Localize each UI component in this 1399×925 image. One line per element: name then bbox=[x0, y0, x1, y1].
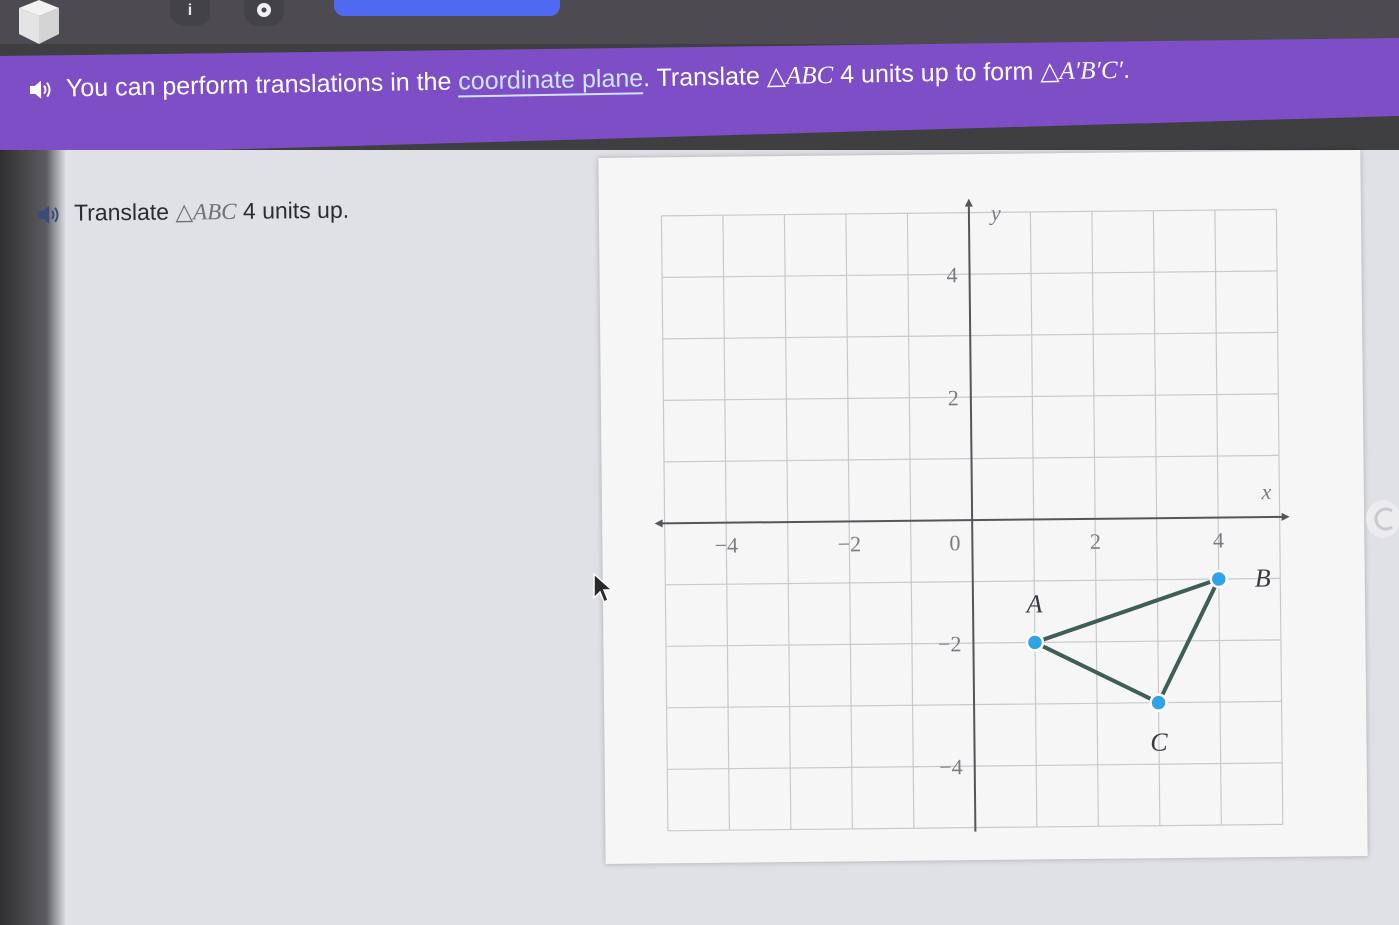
y-tick-label: −2 bbox=[938, 631, 962, 656]
reset-icon[interactable] bbox=[1366, 500, 1399, 538]
x-tick-label: −2 bbox=[838, 531, 862, 556]
problem-text-2: 4 units up. bbox=[236, 196, 350, 224]
left-shadow bbox=[0, 150, 66, 925]
point-label-A: A bbox=[1024, 589, 1042, 618]
point-A[interactable] bbox=[1025, 633, 1045, 652]
triangle-image-label: △A′B′C′ bbox=[1040, 56, 1124, 86]
progress-indicator bbox=[334, 0, 560, 16]
banner-text-2: . Translate bbox=[642, 62, 768, 93]
coordinate-plane-link[interactable]: coordinate plane bbox=[458, 64, 644, 98]
triangle-abc-label: △ABC bbox=[766, 61, 834, 91]
cube-icon[interactable] bbox=[14, 0, 64, 44]
banner-text-4: . bbox=[1122, 55, 1131, 84]
point-label-C: C bbox=[1150, 728, 1168, 757]
problem-triangle-label: △ABC bbox=[175, 198, 237, 225]
cursor-icon bbox=[593, 572, 614, 604]
x-axis-arrow-right bbox=[1281, 512, 1290, 521]
x-tick-label: −4 bbox=[715, 533, 739, 558]
x-tick-label: 4 bbox=[1213, 527, 1224, 552]
speaker-icon[interactable] bbox=[36, 204, 62, 226]
coordinate-plane[interactable]: −4 −2 2 4 4 2 −2 −4 0 x y A B C bbox=[598, 150, 1367, 864]
origin-label: 0 bbox=[949, 530, 960, 555]
speaker-icon[interactable] bbox=[28, 79, 54, 101]
banner-text-3: 4 units up to form bbox=[832, 57, 1041, 89]
y-tick-label: 4 bbox=[946, 262, 957, 287]
problem-text-1: Translate bbox=[73, 198, 176, 226]
y-axis-label: y bbox=[989, 200, 1001, 225]
y-tick-label: −4 bbox=[939, 754, 963, 779]
y-axis-arrow bbox=[964, 198, 973, 207]
graph-panel: −4 −2 2 4 4 2 −2 −4 0 x y A B C bbox=[598, 150, 1368, 864]
point-B[interactable] bbox=[1209, 569, 1229, 589]
gear-icon[interactable] bbox=[244, 0, 284, 26]
y-tick-label: 2 bbox=[948, 385, 959, 410]
banner-text-1: You can perform translations in the bbox=[65, 67, 459, 103]
x-axis-label: x bbox=[1260, 479, 1271, 504]
x-axis-arrow-left bbox=[654, 519, 663, 528]
point-label-B: B bbox=[1255, 563, 1271, 592]
info-icon[interactable]: i bbox=[170, 0, 210, 26]
top-toolbar: i bbox=[0, 0, 1399, 44]
info-icon-label: i bbox=[187, 2, 193, 19]
x-tick-label: 2 bbox=[1090, 529, 1101, 554]
problem-prompt: Translate △ABC 4 units up. bbox=[36, 197, 349, 227]
point-C[interactable] bbox=[1149, 693, 1168, 712]
